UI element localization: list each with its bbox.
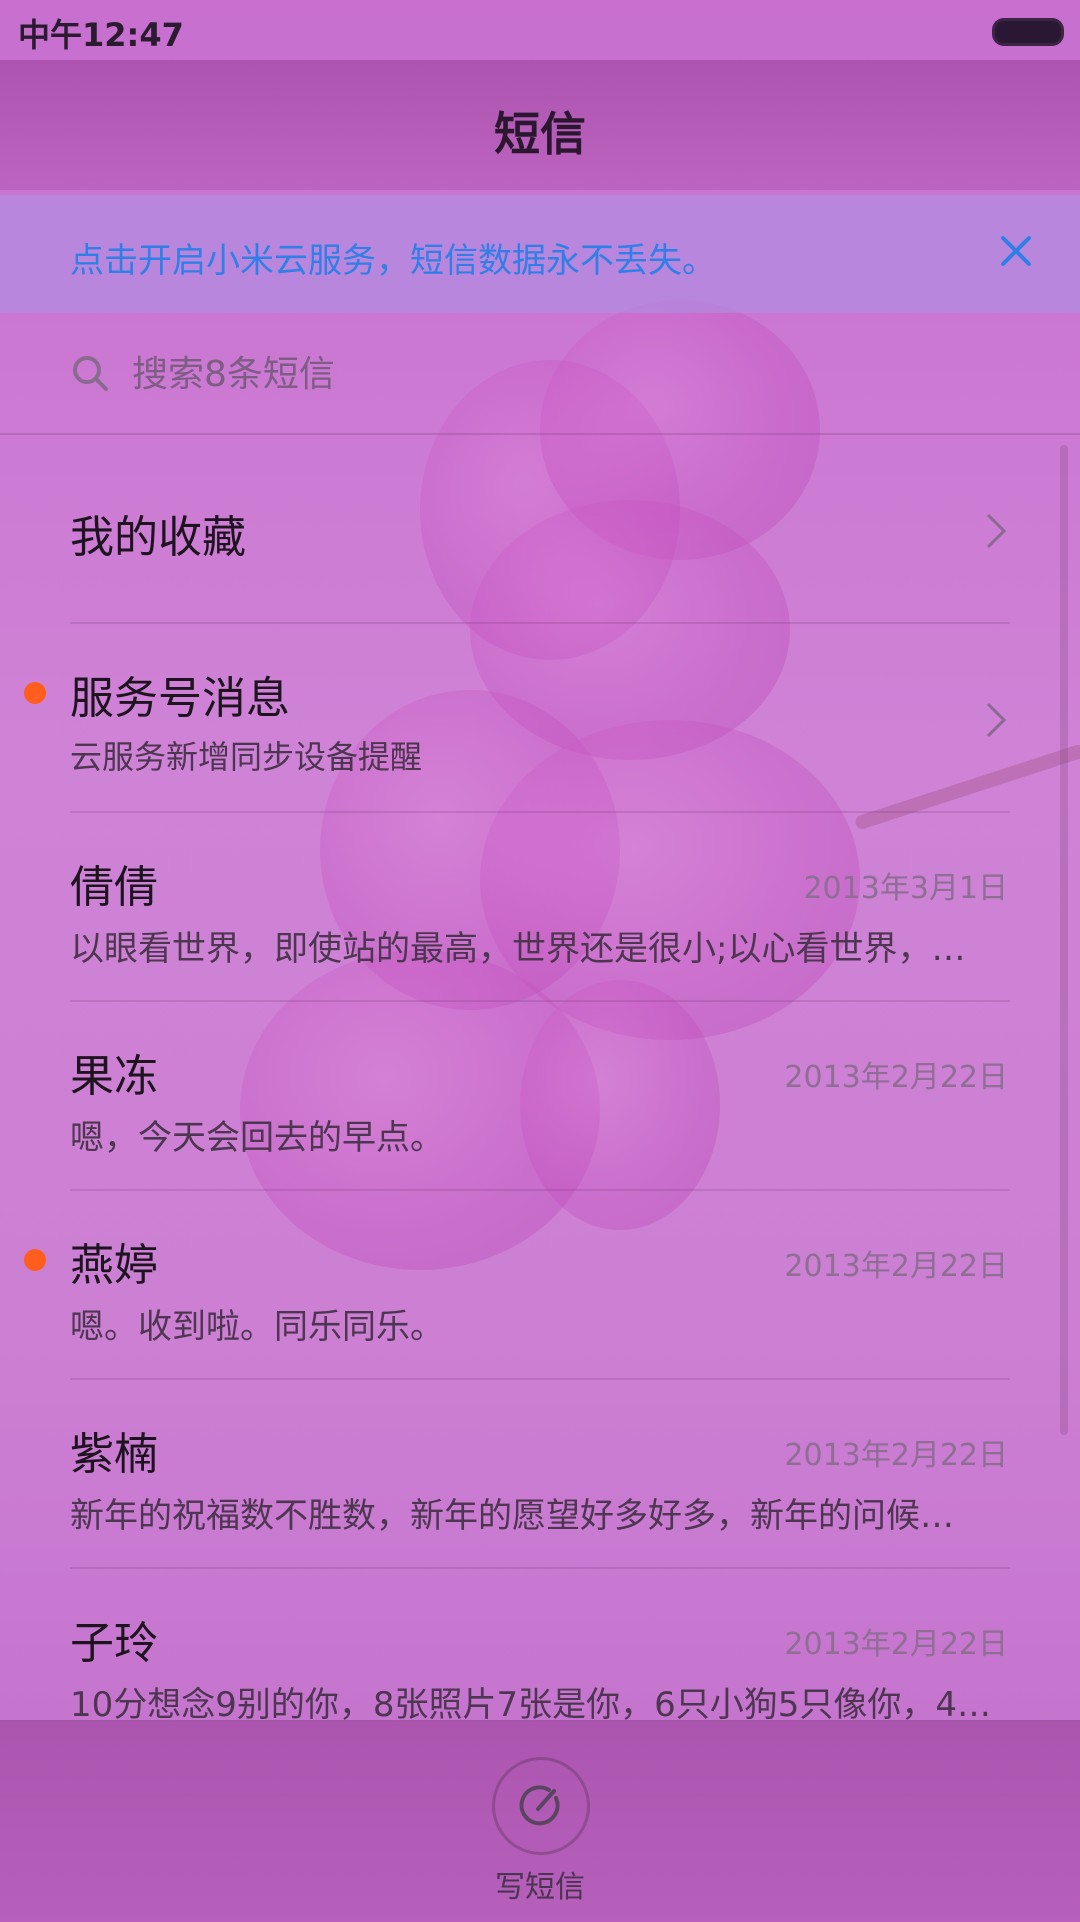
unread-dot xyxy=(24,1249,46,1271)
conversation-row[interactable]: 紫楠 2013年2月22日 新年的祝福数不胜数，新年的愿望好多好多，新年的问候… xyxy=(0,1380,1080,1569)
bottom-toolbar: 写短信 xyxy=(0,1720,1080,1922)
favorites-row[interactable]: 我的收藏 xyxy=(0,435,1080,624)
contact-name: 紫楠 xyxy=(70,1429,158,1480)
contact-name: 倩倩 xyxy=(70,862,158,913)
service-subtitle: 云服务新增同步设备提醒 xyxy=(70,738,423,776)
message-preview: 新年的祝福数不胜数，新年的愿望好多好多，新年的问候… xyxy=(70,1496,954,1536)
compose-button[interactable] xyxy=(492,1757,590,1855)
title-bar: 短信 xyxy=(0,60,1080,190)
status-bar: 中午12:47 xyxy=(0,0,1080,60)
chevron-right-icon xyxy=(986,702,1007,738)
conversation-row[interactable]: 果冻 2013年2月22日 嗯，今天会回去的早点。 xyxy=(0,1002,1080,1191)
favorites-label: 我的收藏 xyxy=(70,512,246,563)
status-time: 中午12:47 xyxy=(18,16,184,54)
conversation-row[interactable]: 倩倩 2013年3月1日 以眼看世界，即使站的最高，世界还是很小;以心看世界，… xyxy=(0,813,1080,1002)
service-messages-row[interactable]: 服务号消息 云服务新增同步设备提醒 xyxy=(0,624,1080,813)
chevron-right-icon xyxy=(986,513,1007,549)
contact-name: 子玲 xyxy=(70,1618,158,1669)
message-preview: 嗯，今天会回去的早点。 xyxy=(70,1118,444,1158)
conversation-row[interactable]: 燕婷 2013年2月22日 嗯。收到啦。同乐同乐。 xyxy=(0,1191,1080,1380)
search-bar[interactable] xyxy=(0,313,1080,435)
conversation-row[interactable]: 子玲 2013年2月22日 10分想念9别的你，8张照片7张是你，6只小狗5只像… xyxy=(0,1569,1080,1720)
cloud-service-banner[interactable]: 点击开启小米云服务，短信数据永不丢失。 xyxy=(0,195,1080,313)
contact-name: 果冻 xyxy=(70,1051,158,1102)
message-date: 2013年2月22日 xyxy=(784,1060,1008,1095)
banner-text[interactable]: 点击开启小米云服务，短信数据永不丢失。 xyxy=(70,233,716,282)
battery-icon xyxy=(992,18,1064,46)
search-icon xyxy=(73,356,108,391)
scrollbar[interactable] xyxy=(1060,445,1068,1435)
message-date: 2013年2月22日 xyxy=(784,1249,1008,1284)
service-label: 服务号消息 xyxy=(70,673,290,724)
compose-icon xyxy=(519,1785,560,1826)
close-icon[interactable] xyxy=(988,223,1044,279)
unread-dot xyxy=(24,682,46,704)
conversation-list[interactable]: 我的收藏 服务号消息 云服务新增同步设备提醒 倩倩 2013年3月1日 以眼看世… xyxy=(0,435,1080,1720)
message-preview: 嗯。收到啦。同乐同乐。 xyxy=(70,1307,444,1347)
contact-name: 燕婷 xyxy=(70,1240,158,1291)
message-date: 2013年2月22日 xyxy=(784,1438,1008,1473)
compose-label[interactable]: 写短信 xyxy=(0,1862,1080,1906)
message-date: 2013年2月22日 xyxy=(784,1627,1008,1662)
message-preview: 10分想念9别的你，8张照片7张是你，6只小狗5只像你，4… xyxy=(70,1685,992,1720)
message-date: 2013年3月1日 xyxy=(803,871,1008,906)
page-title: 短信 xyxy=(494,107,586,161)
message-preview: 以眼看世界，即使站的最高，世界还是很小;以心看世界，… xyxy=(70,929,966,969)
search-input[interactable] xyxy=(130,343,834,405)
